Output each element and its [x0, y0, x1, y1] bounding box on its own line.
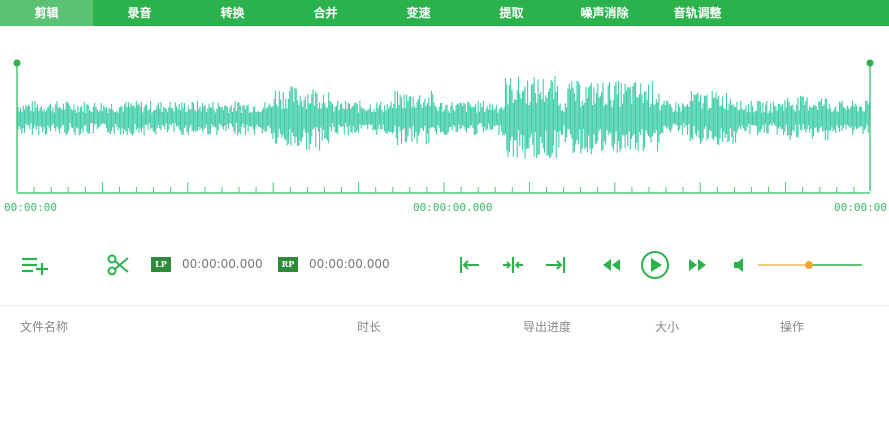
column-actions[interactable]: 操作: [780, 318, 804, 335]
timeline-ruler: [16, 182, 870, 194]
control-toolbar: LP 00:00:00.000 RP 00:00:00.000: [0, 244, 889, 288]
rewind-button[interactable]: [598, 252, 624, 278]
play-icon: [641, 251, 669, 279]
tab-noise-removal[interactable]: 噪声消除: [558, 0, 651, 26]
waveform: [17, 75, 871, 159]
scissors-icon: [107, 254, 129, 276]
tab-track-adjust[interactable]: 音轨调整: [651, 0, 744, 26]
tab-edit[interactable]: 剪辑: [0, 0, 93, 26]
left-selection-handle[interactable]: [13, 59, 21, 67]
align-end-button[interactable]: [543, 252, 569, 278]
rp-time: 00:00:00.000: [309, 257, 390, 271]
align-center-button[interactable]: [500, 252, 526, 278]
tab-convert[interactable]: 转换: [186, 0, 279, 26]
add-list-icon: [22, 257, 48, 275]
cut-button[interactable]: [105, 252, 131, 278]
fast-forward-icon: [689, 259, 706, 271]
timeline-middle-label: 00:00:00.000: [413, 201, 493, 214]
lp-badge[interactable]: LP: [151, 257, 171, 272]
waveform-area[interactable]: [0, 26, 889, 226]
tab-speed[interactable]: 变速: [372, 0, 465, 26]
volume-icon: [734, 258, 743, 272]
rp-badge[interactable]: RP: [278, 257, 298, 272]
timeline-start-label: 00:00:00: [4, 201, 57, 214]
volume-slider[interactable]: [756, 257, 866, 273]
tab-extract[interactable]: 提取: [465, 0, 558, 26]
tab-record[interactable]: 录音: [93, 0, 186, 26]
add-file-button[interactable]: [18, 252, 50, 278]
align-start-icon: [460, 257, 479, 273]
rewind-icon: [603, 259, 620, 271]
waveform-canvas[interactable]: [0, 26, 889, 226]
align-end-icon: [546, 257, 565, 273]
fast-forward-button[interactable]: [685, 252, 711, 278]
file-table-header: 文件名称 时长 导出进度 大小 操作: [0, 318, 889, 338]
divider: [0, 305, 889, 306]
column-file-name[interactable]: 文件名称: [20, 318, 68, 335]
column-duration[interactable]: 时长: [357, 318, 381, 335]
top-tab-bar: 剪辑 录音 转换 合并 变速 提取 噪声消除 音轨调整: [0, 0, 889, 26]
column-size[interactable]: 大小: [655, 318, 679, 335]
column-export-progress[interactable]: 导出进度: [523, 318, 571, 335]
tab-merge[interactable]: 合并: [279, 0, 372, 26]
right-selection-handle[interactable]: [866, 59, 874, 67]
align-center-icon: [503, 257, 523, 273]
lp-time: 00:00:00.000: [182, 257, 263, 271]
volume-button[interactable]: [731, 254, 751, 276]
align-start-button[interactable]: [456, 252, 482, 278]
volume-slider-thumb[interactable]: [804, 261, 813, 269]
timeline-end-label: 00:00:00: [834, 201, 887, 214]
play-button[interactable]: [639, 249, 671, 281]
